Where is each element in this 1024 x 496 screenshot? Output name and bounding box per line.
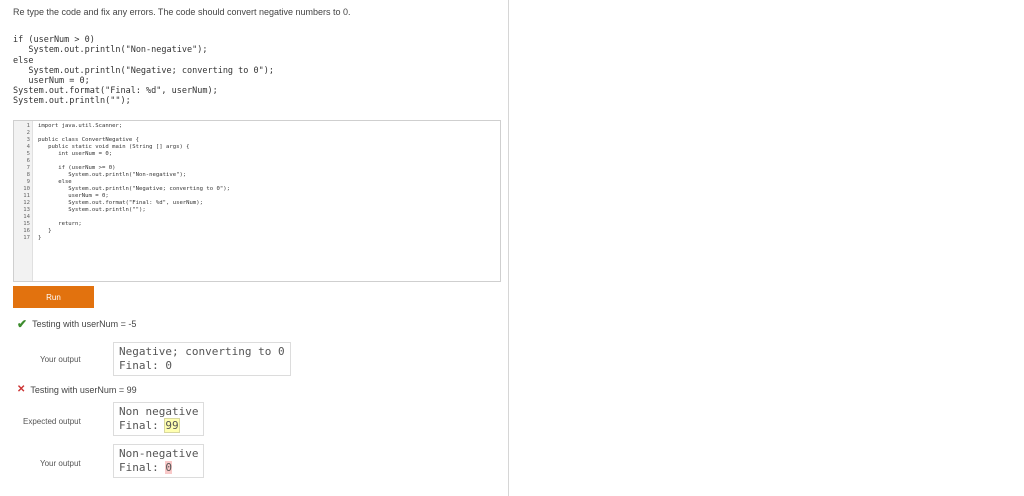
- code-line[interactable]: public static void main (String [] args)…: [38, 144, 189, 150]
- line-number: 11: [23, 193, 30, 199]
- snippet-line: userNum = 0;: [13, 76, 90, 87]
- code-line[interactable]: import java.util.Scanner;: [38, 123, 122, 129]
- output-line: Negative; converting to 0: [119, 345, 285, 358]
- expected-output-label: Expected output: [23, 417, 81, 426]
- code-line[interactable]: System.out.println("");: [38, 207, 145, 213]
- snippet-line: if (userNum > 0): [13, 35, 95, 46]
- line-number: 5: [26, 151, 30, 157]
- output-line: Final: 99: [119, 418, 198, 433]
- line-number: 2: [26, 130, 30, 136]
- diff-highlight: 0: [165, 461, 172, 474]
- line-number: 3: [26, 137, 30, 143]
- test-title: Testing with userNum = -5: [32, 319, 137, 329]
- code-snippet: if (userNum > 0) System.out.println("Non…: [13, 25, 274, 127]
- code-line[interactable]: System.out.format("Final: %d", userNum);: [38, 200, 203, 206]
- test-result-pass: ✔ Testing with userNum = -5: [17, 317, 136, 331]
- exercise-panel: Re type the code and fix any errors. The…: [0, 0, 509, 496]
- line-number: 1: [26, 123, 30, 129]
- line-number: 9: [26, 179, 30, 185]
- test-result-fail: ✕ Testing with userNum = 99: [17, 384, 137, 395]
- line-number: 4: [26, 144, 30, 150]
- instructions-text: Re type the code and fix any errors. The…: [13, 7, 351, 17]
- code-line[interactable]: if (userNum >= 0): [38, 165, 115, 171]
- output-line: Final: 0: [119, 359, 172, 372]
- your-output-box: Negative; converting to 0 Final: 0: [113, 342, 291, 376]
- line-number: 7: [26, 165, 30, 171]
- output-line: Non negative: [119, 405, 199, 418]
- line-number: 14: [23, 214, 30, 220]
- your-output-label: Your output: [40, 355, 81, 364]
- code-line[interactable]: }: [38, 235, 41, 241]
- code-line[interactable]: }: [38, 228, 51, 234]
- diff-highlight: 99: [164, 418, 180, 433]
- code-line[interactable]: else: [38, 179, 71, 185]
- snippet-line: else: [13, 55, 34, 66]
- code-line[interactable]: return;: [38, 221, 82, 227]
- line-number: 16: [23, 228, 30, 234]
- x-mark-icon: ✕: [17, 384, 26, 395]
- code-line[interactable]: userNum = 0;: [38, 193, 108, 199]
- code-line[interactable]: System.out.println("Negative; converting…: [38, 186, 230, 192]
- snippet-line: System.out.println("Non-negative");: [13, 45, 208, 56]
- your-output-box: Non-negative Final: 0: [113, 444, 205, 478]
- line-number: 10: [23, 186, 30, 192]
- code-editor[interactable]: 1 2 3 4 5 6 7 8 9 10 11 12 13 14 15 16 1…: [13, 120, 501, 282]
- line-number: 13: [23, 207, 30, 213]
- snippet-line: System.out.format("Final: %d", userNum);: [13, 86, 218, 97]
- output-prefix: Final:: [119, 419, 166, 432]
- test-title: Testing with userNum = 99: [30, 384, 137, 395]
- output-line: Non-negative: [119, 447, 199, 460]
- line-number: 12: [23, 200, 30, 206]
- run-button[interactable]: Run: [13, 286, 94, 308]
- expected-output-box: Non negative Final: 99: [113, 402, 205, 436]
- line-number: 8: [26, 172, 30, 178]
- snippet-line: System.out.println("Negative; converting…: [13, 65, 274, 76]
- snippet-line: System.out.println("");: [13, 96, 131, 107]
- line-number: 17: [23, 235, 30, 241]
- output-prefix: Final:: [119, 461, 166, 474]
- line-number: 6: [26, 158, 30, 164]
- your-output-label: Your output: [40, 459, 81, 468]
- line-number: 15: [23, 221, 30, 227]
- code-line[interactable]: public class ConvertNegative {: [38, 137, 139, 143]
- checkmark-icon: ✔: [17, 317, 28, 331]
- code-line[interactable]: int userNum = 0;: [38, 151, 112, 157]
- code-line[interactable]: System.out.println("Non-negative");: [38, 172, 186, 178]
- output-line: Final: 0: [119, 461, 198, 475]
